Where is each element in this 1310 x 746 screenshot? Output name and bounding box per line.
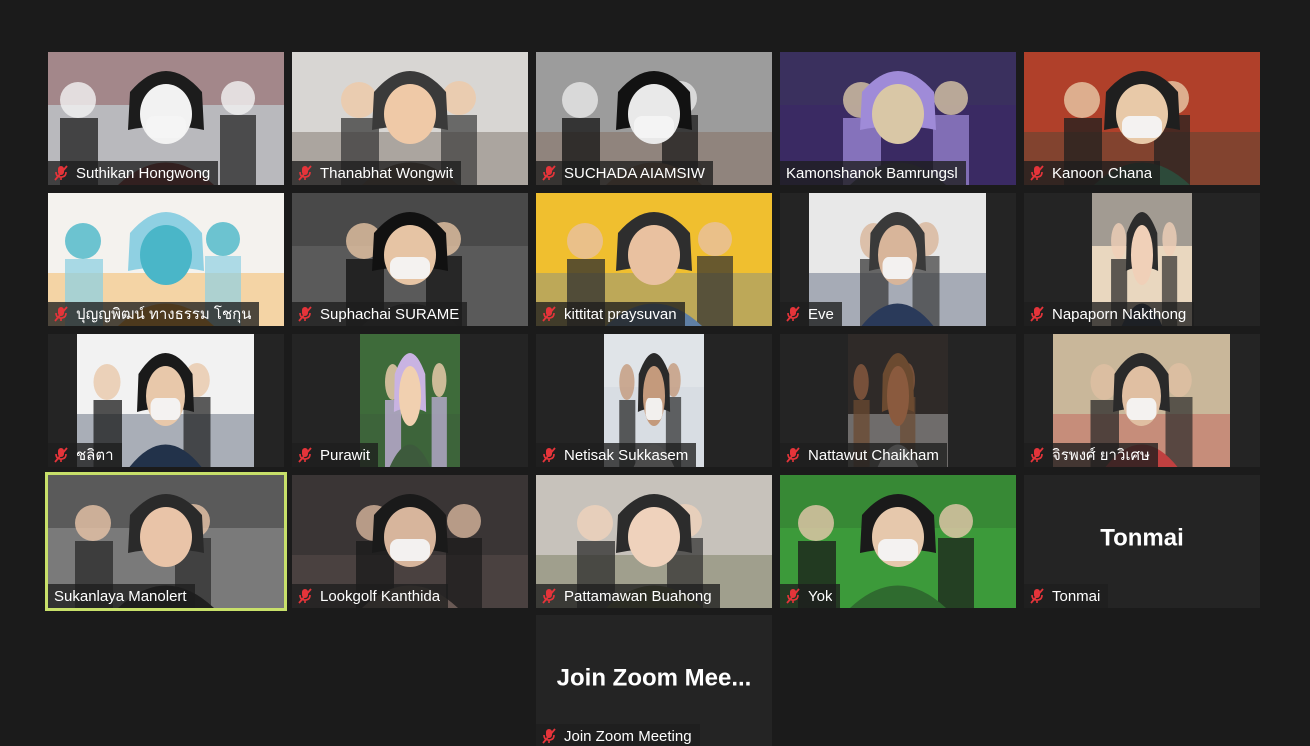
participant-name: Suphachai SURAME bbox=[320, 305, 460, 323]
participant-name: Eve bbox=[808, 305, 834, 323]
participant-name: Thanabhat Wongwit bbox=[320, 164, 454, 182]
muted-mic-icon bbox=[54, 306, 68, 322]
participant-tile[interactable]: Tonmai Tonmai bbox=[1024, 475, 1260, 608]
participant-name: Lookgolf Kanthida bbox=[320, 587, 441, 605]
participant-tile[interactable]: Eve bbox=[780, 193, 1016, 326]
participant-name: Purawit bbox=[320, 446, 371, 464]
muted-mic-icon bbox=[786, 447, 800, 463]
muted-mic-icon bbox=[1030, 306, 1044, 322]
participant-tile[interactable]: Kanoon Chana bbox=[1024, 52, 1260, 185]
participant-name-tag: Suthikan Hongwong bbox=[48, 161, 219, 185]
participant-tile[interactable]: Pattamawan Buahong bbox=[536, 475, 772, 608]
participant-name: Nattawut Chaikham bbox=[808, 446, 939, 464]
participant-name-tag: จิรพงศ์ ยาวิเศษ bbox=[1024, 443, 1158, 467]
participant-name-tag: Join Zoom Meeting bbox=[536, 724, 700, 746]
participant-tile[interactable]: Thanabhat Wongwit bbox=[292, 52, 528, 185]
participant-name-tag: Suphachai SURAME bbox=[292, 302, 468, 326]
participant-name-tag: Nattawut Chaikham bbox=[780, 443, 947, 467]
muted-mic-icon bbox=[542, 728, 556, 744]
participant-display-name: Tonmai bbox=[1100, 524, 1184, 552]
participant-name: Tonmai bbox=[1052, 587, 1101, 605]
muted-mic-icon bbox=[542, 588, 556, 604]
participant-name: จิรพงศ์ ยาวิเศษ bbox=[1052, 447, 1150, 464]
participant-display-name: Join Zoom Mee... bbox=[556, 664, 752, 692]
participant-tile[interactable]: Napaporn Nakthong bbox=[1024, 193, 1260, 326]
participant-name: Sukanlaya Manolert bbox=[54, 587, 187, 605]
participant-name: Kanoon Chana bbox=[1052, 164, 1153, 182]
participant-name-tag: SUCHADA AIAMSIW bbox=[536, 161, 713, 185]
participant-tile[interactable]: Join Zoom Mee... Join Zoom Meeting bbox=[536, 615, 772, 746]
muted-mic-icon bbox=[54, 447, 68, 463]
participant-name-tag: ปุญญพิฒน์ ทางธรรม โชกุน bbox=[48, 302, 260, 326]
participant-tile[interactable]: Suthikan Hongwong bbox=[48, 52, 284, 185]
muted-mic-icon bbox=[54, 165, 68, 181]
muted-mic-icon bbox=[542, 447, 556, 463]
participant-name-tag: Yok bbox=[780, 584, 841, 608]
participant-name: Join Zoom Meeting bbox=[564, 727, 692, 745]
muted-mic-icon bbox=[298, 447, 312, 463]
muted-mic-icon bbox=[1030, 588, 1044, 604]
participant-name-tag: Thanabhat Wongwit bbox=[292, 161, 462, 185]
participant-tile[interactable]: Lookgolf Kanthida bbox=[292, 475, 528, 608]
participant-name-tag: kittitat praysuvan bbox=[536, 302, 685, 326]
muted-mic-icon bbox=[1030, 447, 1044, 463]
participant-tile[interactable]: Netisak Sukkasem bbox=[536, 334, 772, 467]
muted-mic-icon bbox=[298, 588, 312, 604]
participant-name-tag: Sukanlaya Manolert bbox=[48, 584, 195, 608]
participant-name: Netisak Sukkasem bbox=[564, 446, 689, 464]
participant-name-tag: Lookgolf Kanthida bbox=[292, 584, 449, 608]
zoom-gallery-view: Suthikan Hongwong Thanabhat Wongwit SUCH… bbox=[0, 0, 1310, 746]
participant-tile[interactable]: จิรพงศ์ ยาวิเศษ bbox=[1024, 334, 1260, 467]
participant-name: Napaporn Nakthong bbox=[1052, 305, 1187, 323]
participant-tile[interactable]: Sukanlaya Manolert bbox=[48, 475, 284, 608]
participant-name: SUCHADA AIAMSIW bbox=[564, 164, 705, 182]
participant-tile[interactable]: Yok bbox=[780, 475, 1016, 608]
muted-mic-icon bbox=[298, 306, 312, 322]
muted-mic-icon bbox=[1030, 165, 1044, 181]
participant-name-tag: Kamonshanok Bamrungsl bbox=[780, 161, 966, 185]
muted-mic-icon bbox=[786, 306, 800, 322]
muted-mic-icon bbox=[298, 165, 312, 181]
muted-mic-icon bbox=[542, 306, 556, 322]
participant-name-tag: ชลิตา bbox=[48, 443, 122, 467]
participant-tile[interactable]: Suphachai SURAME bbox=[292, 193, 528, 326]
participant-name-tag: Napaporn Nakthong bbox=[1024, 302, 1195, 326]
participant-name: ปุญญพิฒน์ ทางธรรม โชกุน bbox=[76, 306, 252, 323]
participant-tile[interactable]: SUCHADA AIAMSIW bbox=[536, 52, 772, 185]
participant-name-tag: Eve bbox=[780, 302, 842, 326]
participant-name: Pattamawan Buahong bbox=[564, 587, 712, 605]
participant-name-tag: Netisak Sukkasem bbox=[536, 443, 697, 467]
participant-name: ชลิตา bbox=[76, 447, 114, 464]
participant-name: Yok bbox=[808, 587, 833, 605]
participant-tile[interactable]: Purawit bbox=[292, 334, 528, 467]
muted-mic-icon bbox=[786, 588, 800, 604]
participant-name-tag: Purawit bbox=[292, 443, 379, 467]
participant-name: Kamonshanok Bamrungsl bbox=[786, 164, 958, 182]
participant-tile[interactable]: Nattawut Chaikham bbox=[780, 334, 1016, 467]
participant-tile[interactable]: kittitat praysuvan bbox=[536, 193, 772, 326]
participant-name-tag: Pattamawan Buahong bbox=[536, 584, 720, 608]
participant-tile[interactable]: Kamonshanok Bamrungsl bbox=[780, 52, 1016, 185]
participant-tile[interactable]: ปุญญพิฒน์ ทางธรรม โชกุน bbox=[48, 193, 284, 326]
participant-name-tag: Tonmai bbox=[1024, 584, 1109, 608]
muted-mic-icon bbox=[542, 165, 556, 181]
participant-name-tag: Kanoon Chana bbox=[1024, 161, 1161, 185]
participant-tile[interactable]: ชลิตา bbox=[48, 334, 284, 467]
participant-name: Suthikan Hongwong bbox=[76, 164, 211, 182]
participant-name: kittitat praysuvan bbox=[564, 305, 677, 323]
